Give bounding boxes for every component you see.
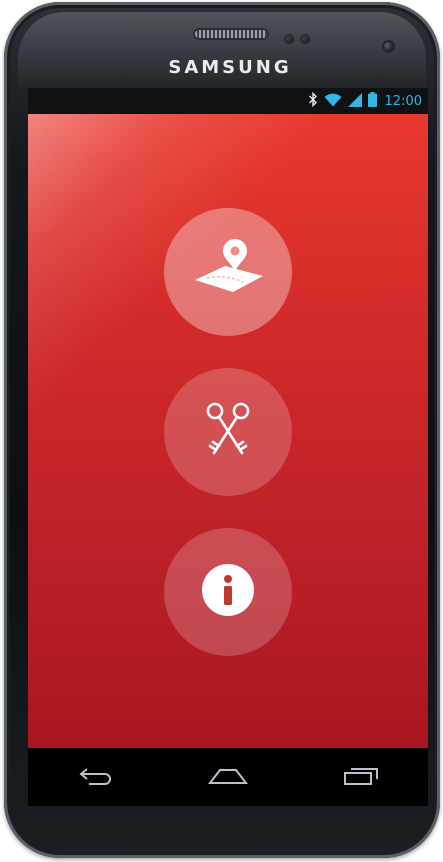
phone-screen: 12:00 <box>28 88 428 748</box>
back-button[interactable] <box>65 757 125 797</box>
front-camera <box>384 42 393 51</box>
light-sensor <box>300 34 310 44</box>
keys-icon <box>204 401 252 464</box>
signal-icon <box>347 92 362 110</box>
info-button[interactable] <box>164 528 292 656</box>
map-location-button[interactable] <box>164 208 292 336</box>
battery-icon <box>367 92 377 110</box>
keys-button[interactable] <box>164 368 292 496</box>
recent-apps-icon <box>341 764 381 791</box>
status-bar: 12:00 <box>28 88 428 114</box>
frame-highlight <box>18 12 426 92</box>
wifi-icon <box>324 93 342 110</box>
earpiece-speaker <box>195 30 267 38</box>
home-icon <box>206 765 250 790</box>
proximity-sensor <box>284 34 294 44</box>
clock: 12:00 <box>384 93 422 109</box>
bluetooth-icon <box>308 91 318 110</box>
navigation-bar <box>28 748 428 806</box>
app-main-area <box>28 114 428 748</box>
back-icon <box>75 764 115 791</box>
home-button[interactable] <box>198 757 258 797</box>
map-pin-icon <box>191 238 265 307</box>
info-icon <box>201 563 255 622</box>
brand-logo: SAMSUNG <box>168 57 292 78</box>
recent-apps-button[interactable] <box>331 757 391 797</box>
